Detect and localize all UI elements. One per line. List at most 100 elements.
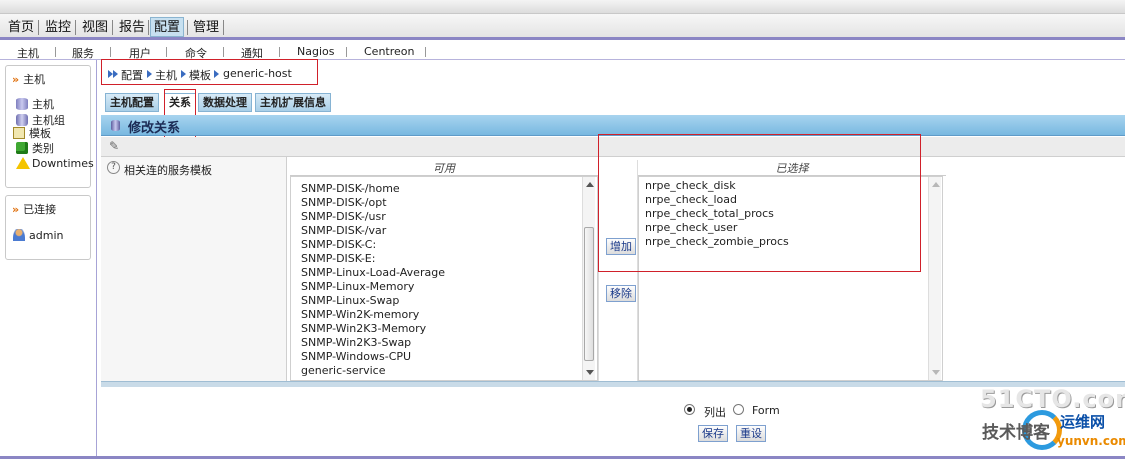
tab-data-processing[interactable]: 数据处理 <box>198 93 252 112</box>
radio-form-label: Form <box>752 404 780 417</box>
list-item[interactable]: SNMP-DISK-/var <box>301 224 386 237</box>
radio-list-label: 列出 <box>704 406 726 419</box>
list-item[interactable]: SNMP-Linux-Load-Average <box>301 266 445 279</box>
remove-button[interactable]: 移除 <box>606 285 636 302</box>
submenu-hosts[interactable]: 主机 <box>17 45 39 61</box>
sidebar-item-label: 主机 <box>32 98 54 111</box>
scroll-up-icon[interactable] <box>932 182 940 187</box>
scroll-down-icon[interactable] <box>932 370 940 375</box>
menu-monitoring[interactable]: 监控 <box>42 18 74 38</box>
save-button[interactable]: 保存 <box>698 425 728 442</box>
radio-list[interactable] <box>684 404 695 415</box>
menu-separator <box>75 20 76 35</box>
menu-configuration[interactable]: 配置 <box>150 17 185 37</box>
submenu-separator <box>110 47 111 57</box>
breadcrumb-arrow-icon <box>214 70 219 78</box>
watermark-tagline: 技术博客 <box>982 423 1050 443</box>
sidebar-item-downtimes[interactable]: Downtimes <box>16 157 94 170</box>
list-item[interactable]: SNMP-DISK-E: <box>301 252 375 265</box>
tab-host-config[interactable]: 主机配置 <box>105 93 159 112</box>
menu-separator <box>112 20 113 35</box>
menu-views[interactable]: 视图 <box>79 18 111 38</box>
sidebar-item-label: 模板 <box>29 127 51 140</box>
connected-user-name: admin <box>29 229 64 242</box>
breadcrumb-item[interactable]: 主机 <box>155 67 177 83</box>
submenu-nagios[interactable]: Nagios <box>297 45 334 58</box>
warning-icon <box>16 157 30 169</box>
sidebar-divider <box>96 60 97 459</box>
submenu-centreon[interactable]: Centreon <box>364 45 414 58</box>
list-item[interactable]: SNMP-Win2K3-Memory <box>301 322 426 335</box>
menu-separator <box>148 20 149 35</box>
menu-separator <box>187 20 188 35</box>
scroll-up-icon[interactable] <box>586 182 594 187</box>
highlight-box-selected <box>598 134 921 272</box>
breadcrumb: 配置 主机 模板 generic-host <box>101 59 318 85</box>
browser-top-strip <box>0 0 1125 14</box>
watermark-brand: 运维网 <box>1060 413 1106 431</box>
breadcrumb-arrow-icon <box>147 70 152 78</box>
breadcrumb-item[interactable]: 配置 <box>121 67 143 83</box>
selected-list-scrollbar[interactable] <box>928 177 941 380</box>
connected-user[interactable]: admin <box>13 229 63 242</box>
breadcrumb-arrow-icon <box>113 70 118 78</box>
database-icon <box>111 120 120 131</box>
menu-administration[interactable]: 管理 <box>190 18 222 38</box>
field-label-column: ? 相关连的服务模板 <box>101 157 287 381</box>
available-list[interactable]: SNMP-DISK-/home SNMP-DISK-/opt SNMP-DISK… <box>290 176 598 381</box>
sidebar-connected-title: » 已连接 <box>12 201 56 217</box>
tab-extended-info[interactable]: 主机扩展信息 <box>255 93 331 112</box>
breadcrumb-current: generic-host <box>223 67 292 80</box>
list-item[interactable]: SNMP-Win2K-memory <box>301 308 419 321</box>
reset-button[interactable]: 重设 <box>736 425 766 442</box>
double-chevron-icon: » <box>12 203 20 216</box>
submenu-separator <box>425 47 426 57</box>
submenu-separator <box>279 47 280 57</box>
cube-icon <box>16 142 28 154</box>
sidebar-connected-title-label: 已连接 <box>23 203 57 216</box>
list-item[interactable]: SNMP-DISK-/usr <box>301 210 386 223</box>
main-menu: 首页 监控 视图 报告 配置 管理 <box>0 14 1125 40</box>
list-item[interactable]: generic-service <box>301 364 386 377</box>
available-header: 可用 <box>290 160 598 176</box>
radio-form[interactable] <box>733 404 744 415</box>
help-icon[interactable]: ? <box>107 161 120 174</box>
list-item[interactable]: SNMP-Win2K3-Swap <box>301 336 411 349</box>
list-item[interactable]: SNMP-Linux-Swap <box>301 294 399 307</box>
submenu-services[interactable]: 服务 <box>72 45 94 61</box>
watermark-site: yunvn.com <box>1057 434 1125 448</box>
available-list-scrollbar[interactable] <box>582 177 595 380</box>
sidebar-hosts-title-label: 主机 <box>23 73 46 86</box>
sidebar-item-templates[interactable]: 模板 <box>13 125 51 141</box>
submenu-separator <box>166 47 167 57</box>
list-item[interactable]: SNMP-DISK-/opt <box>301 196 387 209</box>
breadcrumb-arrow-icon <box>181 70 186 78</box>
watermark-logo: 51CTO.com <box>980 385 1125 413</box>
sidebar-item-label: Downtimes <box>32 157 94 170</box>
sub-menu: 主机 服务 用户 命令 通知 Nagios Centreon <box>0 43 1125 60</box>
list-item[interactable]: SNMP-Linux-Memory <box>301 280 414 293</box>
menu-home[interactable]: 首页 <box>5 18 37 38</box>
field-label: 相关连的服务模板 <box>124 164 212 177</box>
menu-separator <box>223 20 224 35</box>
submenu-separator <box>55 47 56 57</box>
template-icon <box>13 127 25 139</box>
submenu-separator <box>346 47 347 57</box>
submenu-separator <box>223 47 224 57</box>
sidebar-item-categories[interactable]: 类别 <box>16 140 54 156</box>
sidebar-hosts-panel: » 主机 主机 主机组 模板 类别 Downtimes <box>5 65 94 188</box>
menu-separator <box>38 20 39 35</box>
database-icon <box>16 98 28 110</box>
scroll-down-icon[interactable] <box>586 370 594 375</box>
sidebar-item-label: 类别 <box>32 142 54 155</box>
list-item[interactable]: SNMP-DISK-C: <box>301 238 376 251</box>
list-item[interactable]: SNMP-Windows-CPU <box>301 350 411 363</box>
list-item[interactable]: SNMP-DISK-/home <box>301 182 400 195</box>
section-title: 修改关系 <box>128 121 181 136</box>
breadcrumb-item[interactable]: 模板 <box>189 67 211 83</box>
edit-pen-icon: ✎ <box>109 139 120 153</box>
scrollbar-thumb[interactable] <box>584 227 594 361</box>
sidebar-hosts-title: » 主机 <box>12 71 45 87</box>
sidebar-item-hosts[interactable]: 主机 <box>16 96 54 112</box>
menu-reports[interactable]: 报告 <box>116 18 148 38</box>
